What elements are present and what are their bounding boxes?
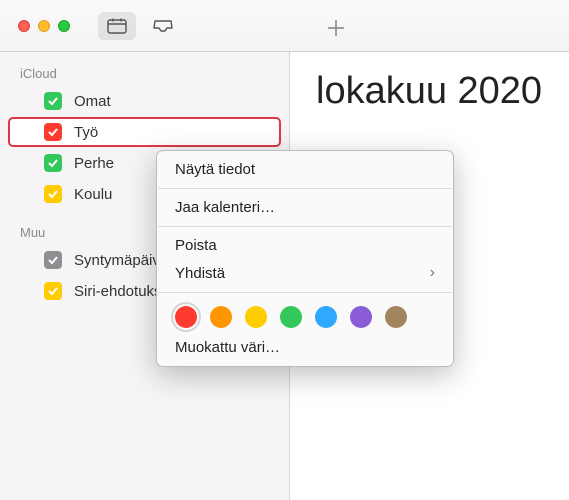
titlebar bbox=[0, 0, 569, 52]
menu-item-merge[interactable]: Yhdistä › bbox=[157, 259, 453, 287]
calendar-label: Koulu bbox=[74, 186, 112, 203]
checkbox-icon[interactable] bbox=[44, 154, 62, 172]
calendar-item-omat[interactable]: Omat bbox=[8, 86, 281, 116]
calendar-label: Työ bbox=[74, 124, 98, 141]
checkbox-icon[interactable] bbox=[44, 251, 62, 269]
color-swatch-blue[interactable] bbox=[315, 306, 337, 328]
close-window-button[interactable] bbox=[18, 20, 30, 32]
zoom-window-button[interactable] bbox=[58, 20, 70, 32]
menu-label: Näytä tiedot bbox=[175, 161, 255, 178]
checkbox-icon[interactable] bbox=[44, 185, 62, 203]
checkbox-icon[interactable] bbox=[44, 123, 62, 141]
chevron-right-icon: › bbox=[430, 264, 435, 282]
menu-item-show-info[interactable]: Näytä tiedot bbox=[157, 156, 453, 183]
inbox-button[interactable] bbox=[144, 12, 182, 40]
menu-label: Muokattu väri… bbox=[175, 339, 280, 356]
add-event-button[interactable] bbox=[320, 12, 352, 44]
plus-icon bbox=[326, 18, 346, 38]
calendar-label: Perhe bbox=[74, 155, 114, 172]
calendar-icon bbox=[107, 18, 127, 34]
month-title: lokakuu 2020 bbox=[316, 70, 542, 113]
section-header-icloud: iCloud bbox=[0, 60, 289, 85]
color-swatch-red[interactable] bbox=[175, 306, 197, 328]
menu-item-share[interactable]: Jaa kalenteri… bbox=[157, 194, 453, 221]
checkbox-icon[interactable] bbox=[44, 282, 62, 300]
calendars-toggle-button[interactable] bbox=[98, 12, 136, 40]
app-window: iCloud Omat Työ Perhe bbox=[0, 0, 569, 500]
menu-separator bbox=[158, 292, 452, 293]
menu-separator bbox=[158, 188, 452, 189]
menu-item-custom-color[interactable]: Muokattu väri… bbox=[157, 334, 453, 361]
menu-label: Yhdistä bbox=[175, 265, 225, 282]
color-swatch-purple[interactable] bbox=[350, 306, 372, 328]
minimize-window-button[interactable] bbox=[38, 20, 50, 32]
menu-separator bbox=[158, 226, 452, 227]
menu-item-delete[interactable]: Poista bbox=[157, 232, 453, 259]
window-controls bbox=[18, 20, 70, 32]
color-swatch-orange[interactable] bbox=[210, 306, 232, 328]
context-menu: Näytä tiedot Jaa kalenteri… Poista Yhdis… bbox=[156, 150, 454, 367]
menu-label: Poista bbox=[175, 237, 217, 254]
calendar-label: Omat bbox=[74, 93, 111, 110]
inbox-icon bbox=[153, 18, 173, 34]
color-picker-row bbox=[157, 298, 453, 334]
checkbox-icon[interactable] bbox=[44, 92, 62, 110]
menu-label: Jaa kalenteri… bbox=[175, 199, 275, 216]
color-swatch-brown[interactable] bbox=[385, 306, 407, 328]
calendar-item-tyo[interactable]: Työ bbox=[8, 117, 281, 147]
color-swatch-green[interactable] bbox=[280, 306, 302, 328]
color-swatch-yellow[interactable] bbox=[245, 306, 267, 328]
